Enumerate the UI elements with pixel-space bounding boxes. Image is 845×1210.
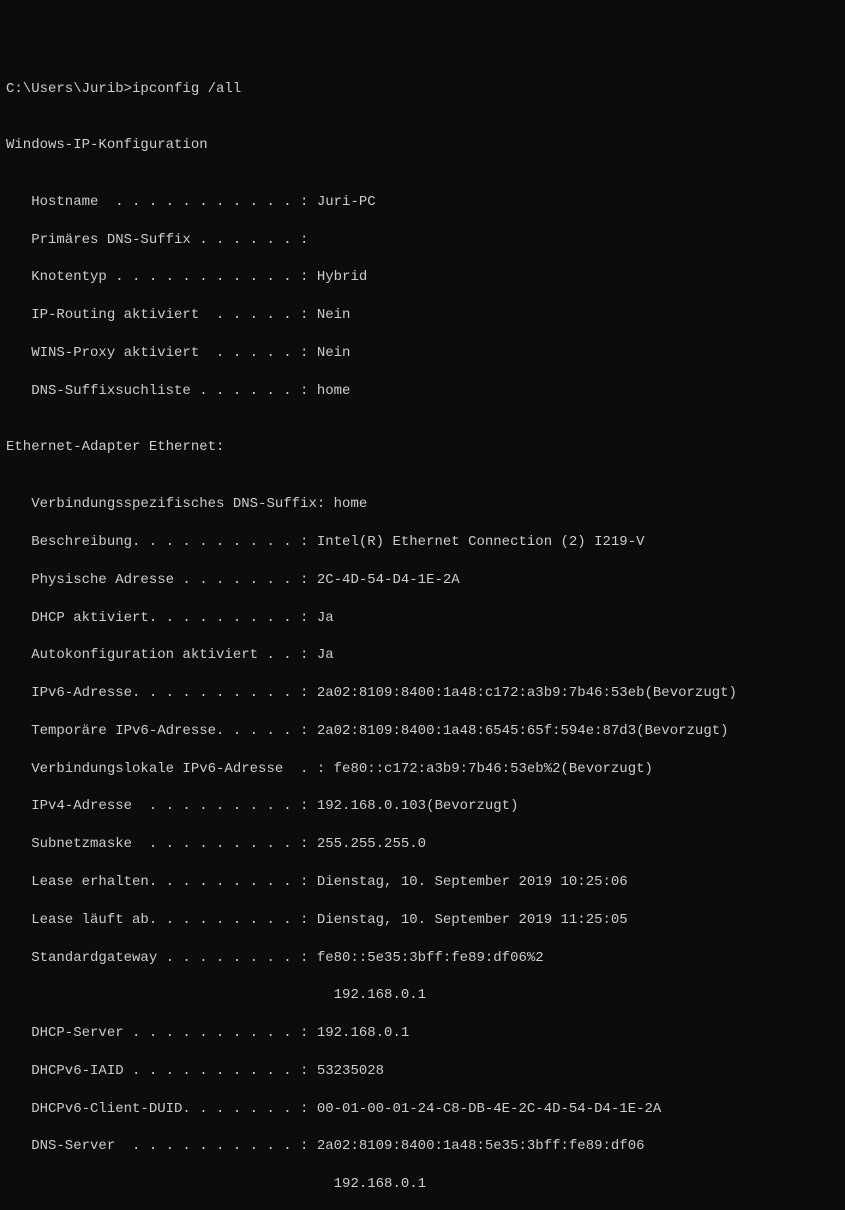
- eth-dhcpv6-iaid: DHCPv6-IAID . . . . . . . . . . : 532350…: [6, 1062, 839, 1081]
- cfg-iprouting: IP-Routing aktiviert . . . . . : Nein: [6, 306, 839, 325]
- cfg-hostname: Hostname . . . . . . . . . . . : Juri-PC: [6, 193, 839, 212]
- eth-description: Beschreibung. . . . . . . . . . : Intel(…: [6, 533, 839, 552]
- eth-ipv6-temp: Temporäre IPv6-Adresse. . . . . : 2a02:8…: [6, 722, 839, 741]
- eth-conn-suffix: Verbindungsspezifisches DNS-Suffix: home: [6, 495, 839, 514]
- cfg-suffixlist: DNS-Suffixsuchliste . . . . . . : home: [6, 382, 839, 401]
- eth-gateway-2: 192.168.0.1: [6, 986, 839, 1005]
- eth-ipv6-address: IPv6-Adresse. . . . . . . . . . : 2a02:8…: [6, 684, 839, 703]
- eth-gateway: Standardgateway . . . . . . . . : fe80::…: [6, 949, 839, 968]
- cfg-dns-suffix: Primäres DNS-Suffix . . . . . . :: [6, 231, 839, 250]
- eth-lease-obtained: Lease erhalten. . . . . . . . . : Dienst…: [6, 873, 839, 892]
- eth-lease-expires: Lease läuft ab. . . . . . . . . : Dienst…: [6, 911, 839, 930]
- eth-ipv6-linklocal: Verbindungslokale IPv6-Adresse . : fe80:…: [6, 760, 839, 779]
- cfg-nodetype: Knotentyp . . . . . . . . . . . : Hybrid: [6, 268, 839, 287]
- section-header-ethernet: Ethernet-Adapter Ethernet:: [6, 438, 839, 457]
- eth-dhcp-server: DHCP-Server . . . . . . . . . . : 192.16…: [6, 1024, 839, 1043]
- eth-dns-server-2: 192.168.0.1: [6, 1175, 839, 1194]
- prompt-line[interactable]: C:\Users\Jurib>ipconfig /all: [6, 80, 839, 99]
- eth-ipv4-address: IPv4-Adresse . . . . . . . . . : 192.168…: [6, 797, 839, 816]
- section-header-ipconfig: Windows-IP-Konfiguration: [6, 136, 839, 155]
- eth-dhcpv6-duid: DHCPv6-Client-DUID. . . . . . . : 00-01-…: [6, 1100, 839, 1119]
- eth-physical-address: Physische Adresse . . . . . . . : 2C-4D-…: [6, 571, 839, 590]
- eth-dns-server: DNS-Server . . . . . . . . . . : 2a02:81…: [6, 1137, 839, 1156]
- cfg-winsproxy: WINS-Proxy aktiviert . . . . . : Nein: [6, 344, 839, 363]
- eth-autoconfig: Autokonfiguration aktiviert . . : Ja: [6, 646, 839, 665]
- eth-subnet-mask: Subnetzmaske . . . . . . . . . : 255.255…: [6, 835, 839, 854]
- eth-dhcp-enabled: DHCP aktiviert. . . . . . . . . : Ja: [6, 609, 839, 628]
